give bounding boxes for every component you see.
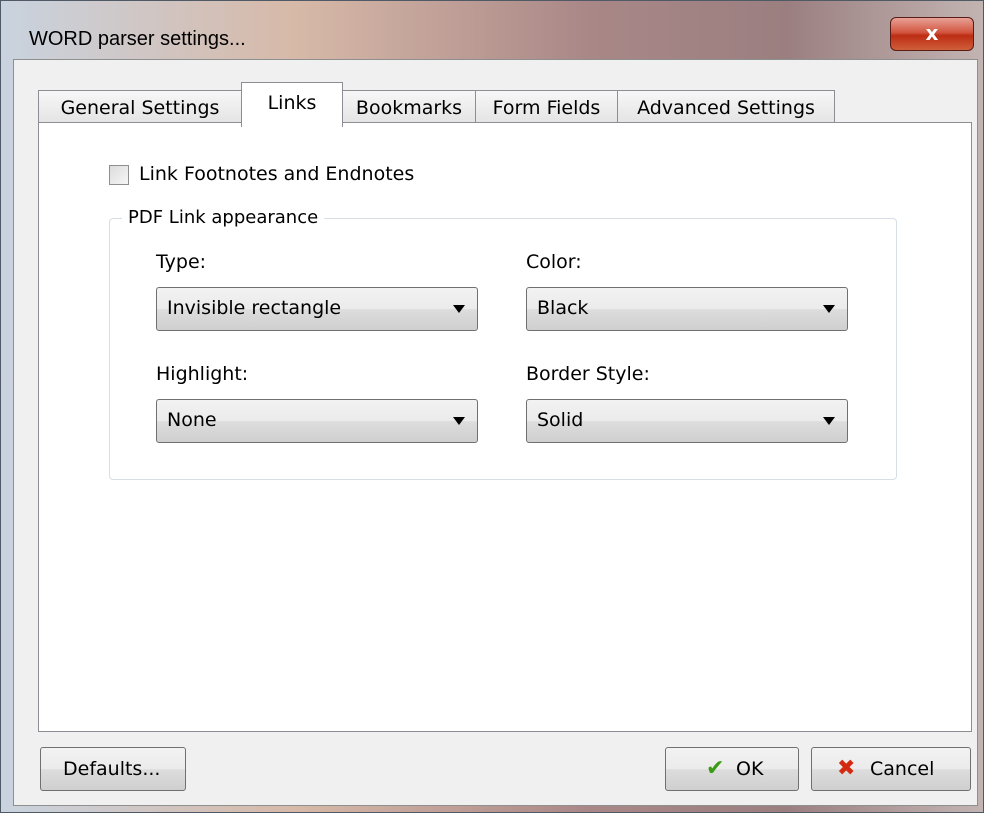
chevron-down-icon: [453, 305, 465, 313]
highlight-label: Highlight:: [156, 363, 249, 385]
tab-advanced-settings[interactable]: Advanced Settings: [617, 90, 835, 126]
defaults-button-label: Defaults...: [63, 758, 161, 780]
border-style-label: Border Style:: [526, 363, 650, 385]
checkmark-icon: ✔: [706, 756, 725, 781]
chevron-down-icon: [453, 417, 465, 425]
color-select-value: Black: [537, 297, 589, 319]
tab-links[interactable]: Links: [241, 82, 343, 127]
tab-form-fields[interactable]: Form Fields: [475, 90, 618, 126]
window-title: WORD parser settings...: [29, 28, 246, 50]
title-bar[interactable]: WORD parser settings... x: [1, 1, 983, 59]
dialog-window: WORD parser settings... x General Settin…: [0, 0, 984, 813]
close-button[interactable]: x: [890, 17, 974, 51]
type-select-value: Invisible rectangle: [167, 297, 342, 319]
links-tab-panel: Link Footnotes and Endnotes PDF Link app…: [38, 122, 972, 732]
color-select[interactable]: Black: [526, 287, 848, 331]
pdf-link-appearance-group: PDF Link appearance Type: Invisible rect…: [109, 207, 897, 480]
highlight-select-value: None: [167, 409, 217, 431]
cancel-button[interactable]: ✖ Cancel: [811, 747, 971, 791]
ok-button[interactable]: ✔ OK: [665, 747, 799, 791]
defaults-button[interactable]: Defaults...: [40, 747, 186, 791]
dialog-client-area: General Settings Links Bookmarks Form Fi…: [13, 59, 978, 806]
chevron-down-icon: [823, 417, 835, 425]
link-footnotes-checkbox[interactable]: [109, 165, 129, 185]
group-legend: PDF Link appearance: [122, 207, 325, 228]
tab-general-settings[interactable]: General Settings: [38, 90, 242, 126]
chevron-down-icon: [823, 305, 835, 313]
border-style-select[interactable]: Solid: [526, 399, 848, 443]
link-footnotes-label: Link Footnotes and Endnotes: [139, 163, 415, 185]
cross-icon: ✖: [837, 756, 856, 781]
tab-bookmarks[interactable]: Bookmarks: [342, 90, 476, 126]
highlight-select[interactable]: None: [156, 399, 478, 443]
cancel-button-label: Cancel: [870, 758, 935, 780]
ok-button-label: OK: [736, 758, 764, 780]
type-label: Type:: [156, 251, 207, 273]
color-label: Color:: [526, 251, 582, 273]
close-icon: x: [925, 21, 939, 45]
border-style-select-value: Solid: [537, 409, 584, 431]
type-select[interactable]: Invisible rectangle: [156, 287, 478, 331]
